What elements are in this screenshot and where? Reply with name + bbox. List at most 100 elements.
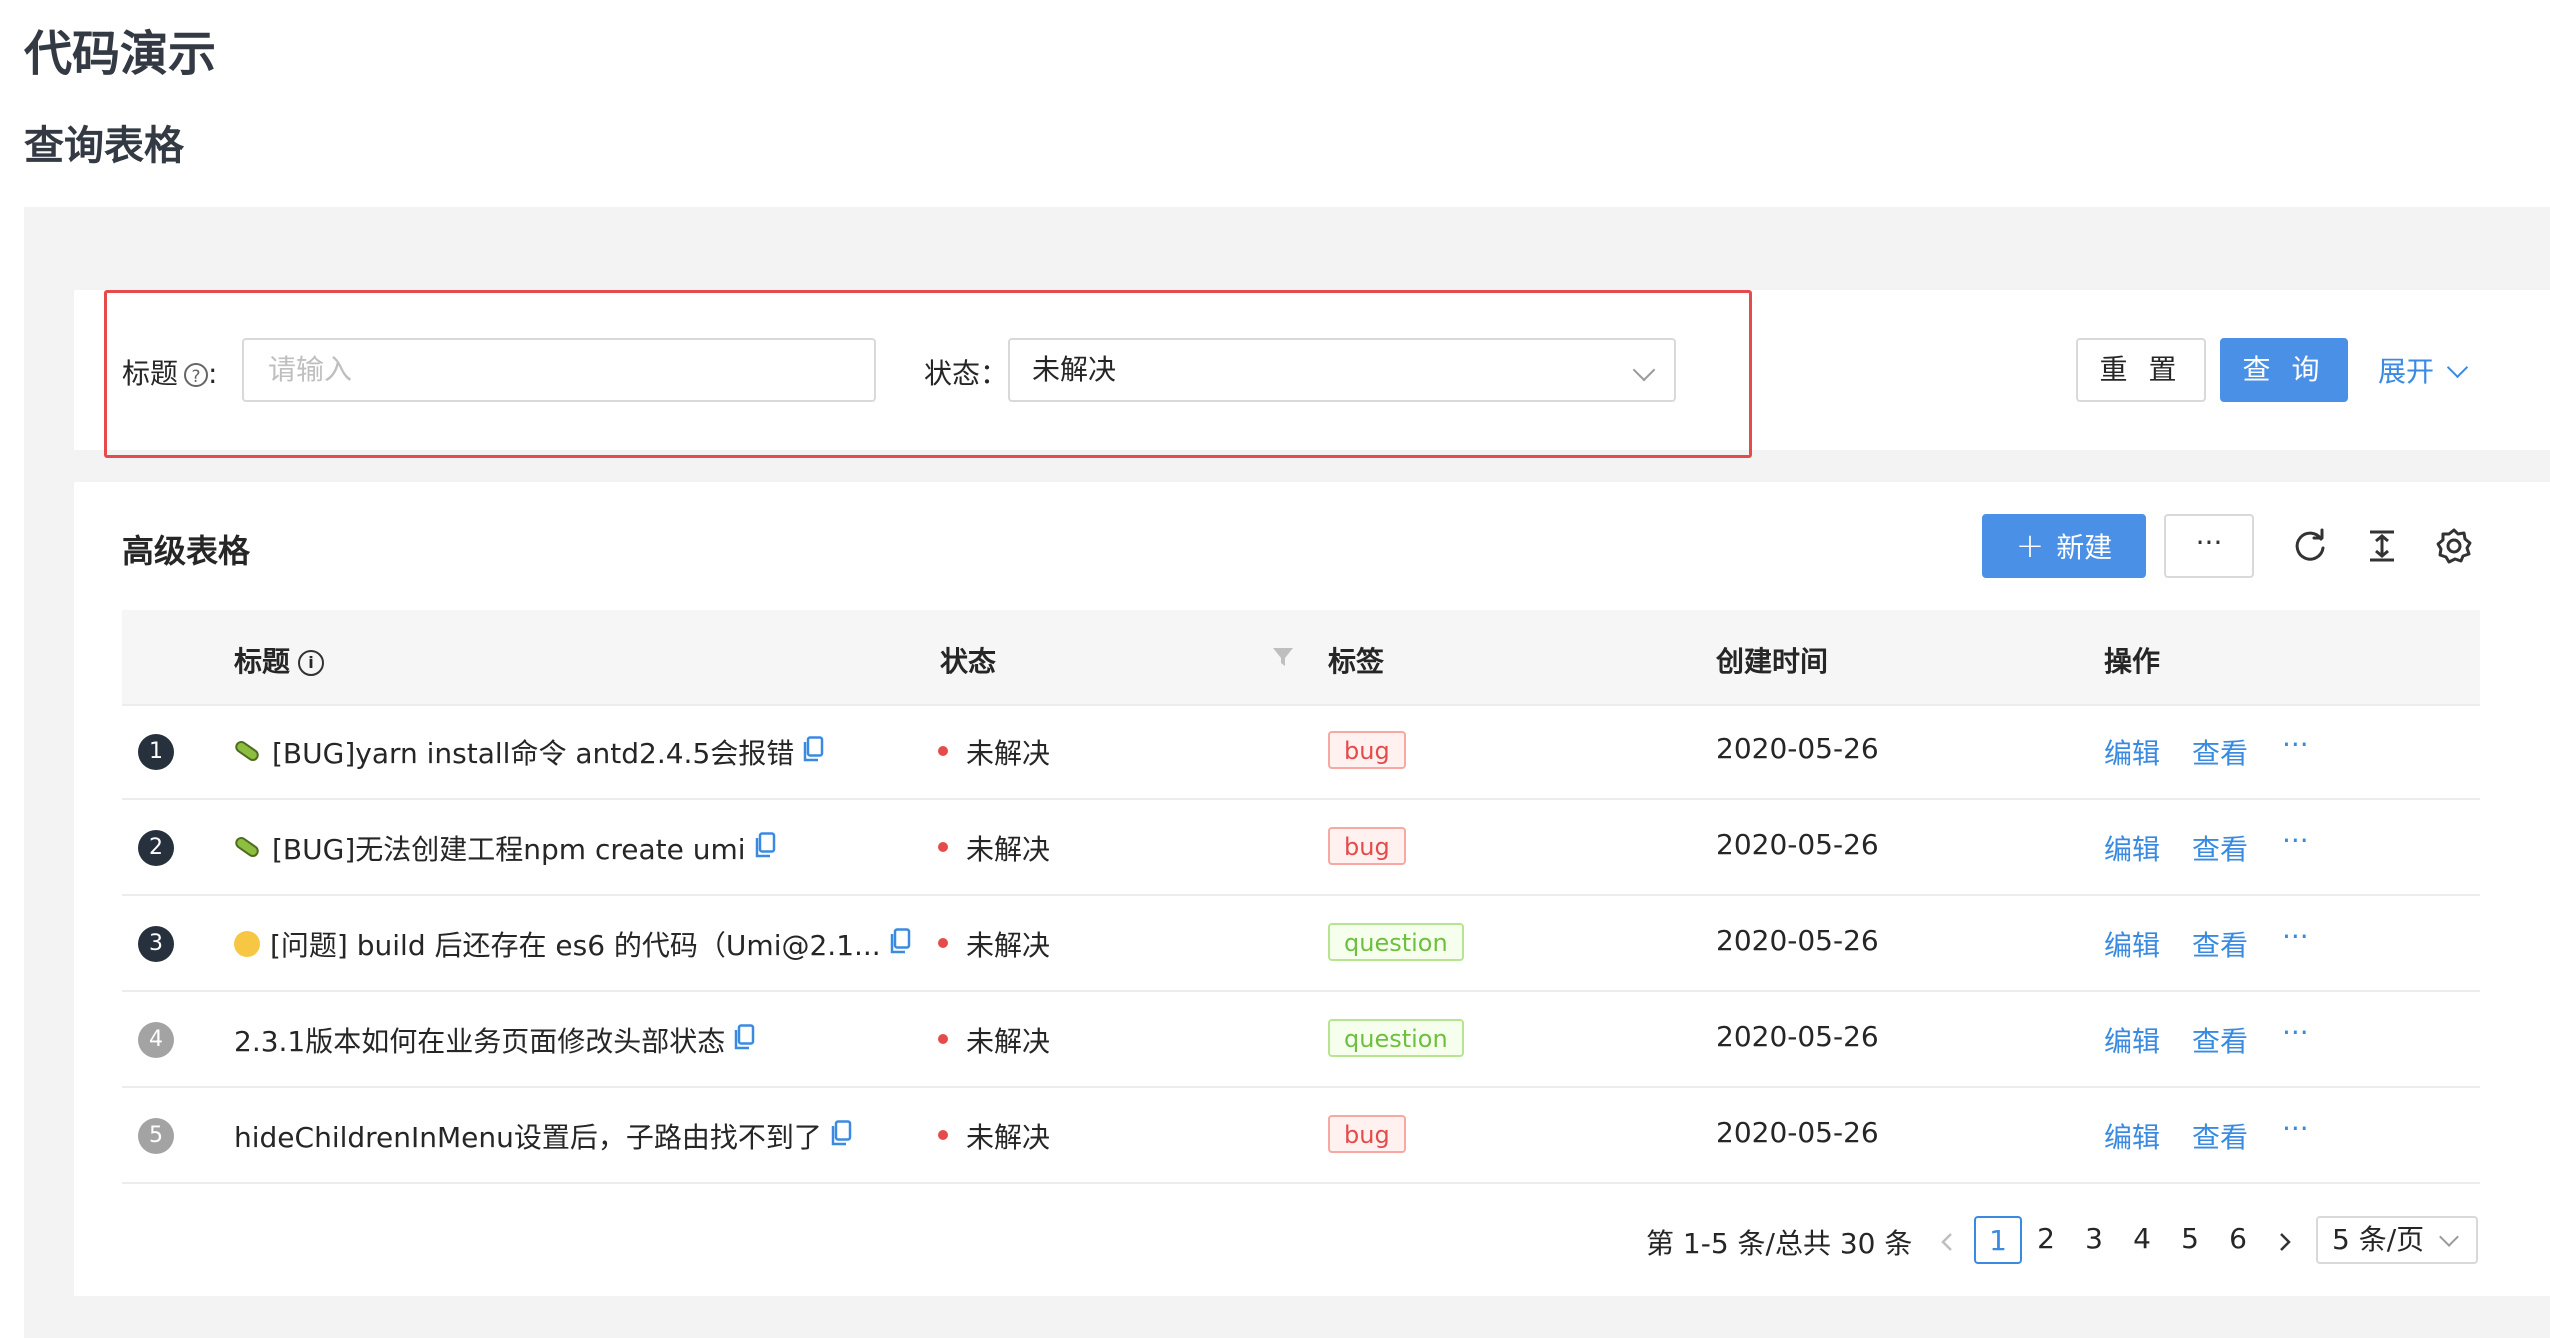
status-dot <box>938 1130 948 1140</box>
view-link[interactable]: 查看 <box>2192 924 2248 964</box>
new-button[interactable]: + 新建 <box>1982 514 2146 578</box>
view-link[interactable]: 查看 <box>2192 1020 2248 1060</box>
edit-link[interactable]: 编辑 <box>2104 924 2160 964</box>
copy-icon[interactable] <box>889 927 911 961</box>
page-3-button[interactable]: 3 <box>2070 1216 2118 1264</box>
title-label-text: 标题 <box>122 357 179 390</box>
row-title-cell: hideChildrenInMenu设置后，子路由找不到了 <box>234 1116 852 1156</box>
page-2-button[interactable]: 2 <box>2022 1216 2070 1264</box>
row-title-text: 2.3.1版本如何在业务页面修改头部状态 <box>234 1025 726 1058</box>
title-input[interactable]: 请输入 <box>242 338 876 402</box>
row-created-cell: 2020-05-26 <box>1716 924 1879 957</box>
thinking-emoji-icon <box>234 931 260 957</box>
copy-icon[interactable] <box>754 831 776 865</box>
chevron-down-icon <box>1632 358 1656 382</box>
filter-icon[interactable] <box>1272 646 1294 668</box>
tag-badge: bug <box>1328 731 1406 769</box>
row-more-dropdown[interactable]: ··· <box>2282 1112 2309 1145</box>
edit-link[interactable]: 编辑 <box>2104 1020 2160 1060</box>
pagination-summary: 第 1-5 条/总共 30 条 <box>1646 1227 1913 1260</box>
column-height-icon[interactable] <box>2362 526 2402 566</box>
row-title-text: hideChildrenInMenu设置后，子路由找不到了 <box>234 1121 822 1154</box>
label-colon: : <box>208 357 218 390</box>
column-header-title[interactable]: 标题 i <box>234 640 325 680</box>
row-index-badge: 3 <box>138 926 174 962</box>
copy-icon[interactable] <box>733 1023 755 1057</box>
title-filter-label: 标题?: <box>122 352 217 392</box>
query-button[interactable]: 查 询 <box>2220 338 2348 402</box>
tag-badge: bug <box>1328 1115 1406 1153</box>
row-created-cell: 2020-05-26 <box>1716 1116 1879 1149</box>
row-created-cell: 2020-05-26 <box>1716 828 1879 861</box>
view-link[interactable]: 查看 <box>2192 828 2248 868</box>
edit-link[interactable]: 编辑 <box>2104 828 2160 868</box>
info-circle-icon[interactable]: i <box>298 650 325 676</box>
row-tag-cell: question <box>1328 923 1464 961</box>
row-index-badge: 5 <box>138 1118 174 1154</box>
row-tag-cell: bug <box>1328 731 1406 769</box>
section-title: 查询表格 <box>24 123 184 169</box>
row-more-dropdown[interactable]: ··· <box>2282 1016 2309 1049</box>
page-6-button[interactable]: 6 <box>2214 1216 2262 1264</box>
row-created-cell: 2020-05-26 <box>1716 1020 1879 1053</box>
row-status-cell: 未解决 <box>938 1116 1050 1156</box>
row-index-badge: 4 <box>138 1022 174 1058</box>
row-more-dropdown[interactable]: ··· <box>2282 824 2309 857</box>
row-status-text: 未解决 <box>966 737 1051 770</box>
tag-badge: bug <box>1328 827 1406 865</box>
row-more-dropdown[interactable]: ··· <box>2282 728 2309 761</box>
column-title-text: 标题 <box>234 645 291 678</box>
row-status-cell: 未解决 <box>938 828 1050 868</box>
view-link[interactable]: 查看 <box>2192 1116 2248 1156</box>
edit-link[interactable]: 编辑 <box>2104 1116 2160 1156</box>
status-select[interactable]: 未解决 <box>1008 338 1676 402</box>
row-title-text: [BUG]yarn install命令 antd2.4.5会报错 <box>272 737 795 770</box>
row-status-cell: 未解决 <box>938 924 1050 964</box>
page-1-button[interactable]: 1 <box>1974 1216 2022 1264</box>
page-5-button[interactable]: 5 <box>2166 1216 2214 1264</box>
bug-emoji-icon <box>232 738 262 764</box>
row-title-cell: [BUG]无法创建工程npm create umi <box>232 828 776 868</box>
edit-link[interactable]: 编辑 <box>2104 732 2160 772</box>
row-status-cell: 未解决 <box>938 732 1050 772</box>
page-size-value: 5 条/页 <box>2332 1223 2425 1256</box>
row-index-badge: 2 <box>138 830 174 866</box>
status-select-value: 未解决 <box>1032 353 1117 386</box>
more-actions-button[interactable]: ··· <box>2164 514 2254 578</box>
status-dot <box>938 1034 948 1044</box>
table-title: 高级表格 <box>122 532 251 570</box>
row-title-text: [BUG]无法创建工程npm create umi <box>272 833 746 866</box>
row-status-text: 未解决 <box>966 1025 1051 1058</box>
row-status-text: 未解决 <box>966 929 1051 962</box>
tag-badge: question <box>1328 1019 1464 1057</box>
expand-toggle[interactable]: 展开 <box>2378 350 2469 390</box>
status-dot <box>938 842 948 852</box>
row-status-text: 未解决 <box>966 833 1051 866</box>
row-more-dropdown[interactable]: ··· <box>2282 920 2309 953</box>
row-tag-cell: bug <box>1328 1115 1406 1153</box>
row-title-cell: [BUG]yarn install命令 antd2.4.5会报错 <box>232 732 824 772</box>
reset-button[interactable]: 重 置 <box>2076 338 2206 402</box>
column-header-created: 创建时间 <box>1716 645 1829 678</box>
copy-icon[interactable] <box>830 1119 852 1153</box>
status-dot <box>938 938 948 948</box>
row-status-cell: 未解决 <box>938 1020 1050 1060</box>
question-circle-icon[interactable]: ? <box>184 363 209 387</box>
reload-icon[interactable] <box>2290 526 2330 566</box>
status-dot <box>938 746 948 756</box>
chevron-down-icon <box>2446 356 2469 379</box>
row-title-text: [问题] build 后还存在 es6 的代码（Umi@2.1... <box>270 929 881 962</box>
bug-emoji-icon <box>232 834 262 860</box>
page-4-button[interactable]: 4 <box>2118 1216 2166 1264</box>
setting-icon[interactable] <box>2434 526 2474 566</box>
row-tag-cell: question <box>1328 1019 1464 1057</box>
chevron-left-icon[interactable] <box>1940 1232 1954 1252</box>
column-header-status: 状态 <box>940 645 997 678</box>
copy-icon[interactable] <box>802 735 824 769</box>
page-size-select[interactable]: 5 条/页 <box>2316 1216 2478 1264</box>
row-title-cell: [问题] build 后还存在 es6 的代码（Umi@2.1... <box>234 924 911 964</box>
view-link[interactable]: 查看 <box>2192 732 2248 772</box>
page-title: 代码演示 <box>24 26 217 82</box>
row-created-cell: 2020-05-26 <box>1716 732 1879 765</box>
chevron-right-icon[interactable] <box>2278 1232 2292 1252</box>
